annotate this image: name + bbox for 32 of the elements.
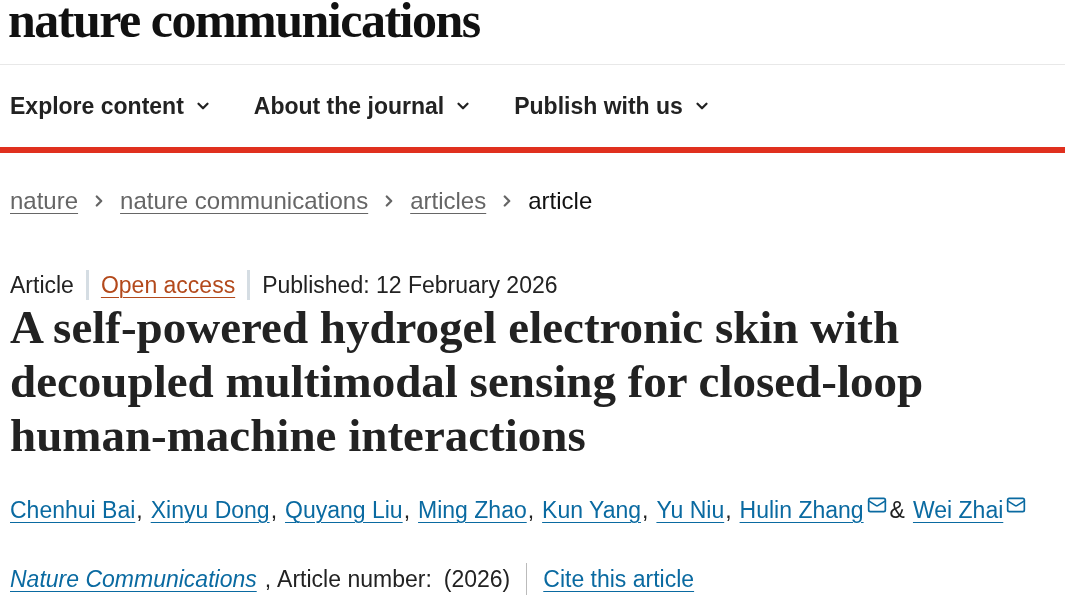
nav-menu-button[interactable]: About the journal <box>253 88 473 124</box>
article-type-label: Article <box>10 270 74 300</box>
breadcrumb-current: article <box>528 186 593 216</box>
open-access-link[interactable]: Open access <box>100 267 236 303</box>
article-number-label: Article number: <box>277 564 432 594</box>
author-link[interactable]: Xinyu Dong <box>150 492 270 528</box>
author-link[interactable]: Chenhui Bai <box>10 492 136 528</box>
author-separator: , <box>270 495 277 525</box>
breadcrumb-link[interactable]: nature communications <box>120 183 369 219</box>
author-link[interactable]: Hulin Zhang <box>739 492 864 528</box>
author-separator: , <box>403 495 411 525</box>
author-link[interactable]: Ming Zhao <box>418 492 527 528</box>
nav-menu-button[interactable]: Explore content <box>10 88 212 124</box>
author-link[interactable]: Wei Zhai <box>912 492 1004 528</box>
breadcrumb-link[interactable]: articles <box>410 183 487 219</box>
nav-menu-button[interactable]: Publish with us <box>514 88 711 124</box>
author-link[interactable]: Quyang Liu <box>285 492 403 528</box>
breadcrumb-link[interactable]: nature <box>10 183 79 219</box>
author-separator: , <box>527 495 535 525</box>
author-separator: , <box>725 495 732 525</box>
citation-separator: , <box>264 564 272 594</box>
author-separator: & <box>889 495 905 525</box>
article-year: (2026) <box>443 564 511 594</box>
author-separator: , <box>136 495 143 525</box>
author-link[interactable]: Yu Niu <box>656 492 725 528</box>
article-title: A self-powered hydrogel electronic skin with decoupled multimodal sensing for closed-loop human-machine interactions <box>10 300 925 462</box>
author-link[interactable]: Kun Yang <box>542 492 642 528</box>
site-logo[interactable]: nature communications <box>8 0 480 42</box>
published-date: Published: 12 February 2026 <box>262 270 558 300</box>
cite-article-link[interactable]: Cite this article <box>543 561 695 597</box>
journal-link[interactable]: Nature Communications <box>10 561 257 597</box>
author-separator: , <box>642 495 649 525</box>
